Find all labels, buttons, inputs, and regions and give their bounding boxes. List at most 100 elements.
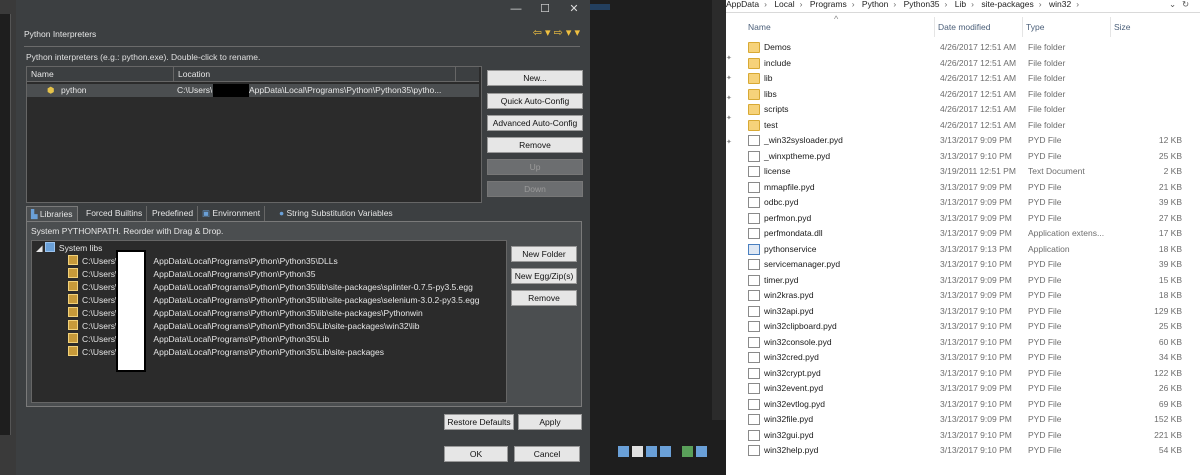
file-row[interactable]: odbc.pyd 3/13/2017 9:09 PM PYD File 39 KB — [726, 195, 1200, 210]
file-row[interactable]: perfmon.pyd 3/13/2017 9:09 PM PYD File 27 K… — [726, 211, 1200, 226]
breadcrumb-item[interactable]: AppData — [726, 0, 759, 9]
column-header-location[interactable]: Location — [173, 67, 455, 82]
column-size[interactable]: Size — [1114, 22, 1131, 32]
column-divider[interactable] — [934, 17, 935, 37]
file-row[interactable]: win32api.pyd 3/13/2017 9:10 PM PYD File 129… — [726, 304, 1200, 319]
file-row[interactable]: mmapfile.pyd 3/13/2017 9:09 PM PYD File 21 … — [726, 180, 1200, 195]
file-row[interactable]: win32cred.pyd 3/13/2017 9:10 PM PYD File 34… — [726, 350, 1200, 365]
tab-predefined[interactable]: Predefined — [148, 206, 199, 221]
new-interpreter-button[interactable]: New... — [487, 70, 583, 86]
file-row[interactable]: servicemanager.pyd 3/13/2017 9:10 PM PYD F… — [726, 257, 1200, 272]
back-forward-icon[interactable]: ⇦ ▾ ⇨ ▾ ▾ — [533, 26, 580, 39]
file-date: 4/26/2017 12:51 AM — [940, 104, 1017, 114]
file-row[interactable]: win32crypt.pyd 3/13/2017 9:10 PM PYD File 1… — [726, 366, 1200, 381]
file-row[interactable]: include 4/26/2017 12:51 AM File folder — [726, 56, 1200, 71]
down-button[interactable]: Down — [487, 181, 583, 197]
tab-environment[interactable]: ▣ Environment — [198, 206, 266, 221]
close-button[interactable]: ✕ — [559, 0, 589, 18]
file-row[interactable]: win32help.pyd 3/13/2017 9:10 PM PYD File 54… — [726, 443, 1200, 458]
tab-string-substitution[interactable]: ● String Substitution Variables — [275, 206, 397, 221]
file-row[interactable]: win32console.pyd 3/13/2017 9:10 PM PYD Fil… — [726, 335, 1200, 350]
toolbar-icon[interactable] — [660, 446, 671, 457]
file-date: 3/13/2017 9:09 PM — [940, 181, 1012, 192]
breadcrumb-item[interactable]: win32 — [1049, 0, 1071, 9]
maximize-button[interactable]: ☐ — [530, 0, 560, 18]
dropdown-chevron-icon[interactable]: ⌄ — [1169, 0, 1176, 10]
tab-forced-builtins[interactable]: Forced Builtins — [82, 206, 148, 221]
file-row[interactable]: license 3/19/2011 12:51 PM Text Document 2 … — [726, 164, 1200, 179]
column-type[interactable]: Type — [1026, 22, 1044, 32]
file-date: 3/13/2017 9:09 PM — [940, 290, 1012, 300]
address-bar[interactable]: AppData › Local › Programs › Python › Python… — [726, 0, 1200, 13]
breadcrumb-separator-icon: › — [851, 0, 855, 9]
file-row[interactable]: lib 4/26/2017 12:51 AM File folder — [726, 71, 1200, 86]
tree-root[interactable]: ◢ System libs — [36, 242, 102, 255]
breadcrumb-item[interactable]: Local — [774, 0, 794, 9]
file-type: PYD File — [1028, 259, 1062, 269]
library-path[interactable]: C:\Users\ AppData\Local\Programs\Python\P… — [68, 333, 329, 346]
file-row[interactable]: libs 4/26/2017 12:51 AM File folder — [726, 87, 1200, 102]
file-row[interactable]: timer.pyd 3/13/2017 9:09 PM PYD File 15 KB — [726, 273, 1200, 288]
file-row[interactable]: Demos 4/26/2017 12:51 AM File folder — [726, 40, 1200, 55]
breadcrumb-item[interactable]: Python — [862, 0, 888, 9]
column-divider[interactable] — [1022, 17, 1023, 37]
file-row[interactable]: win32clipboard.pyd 3/13/2017 9:10 PM PYD F… — [726, 319, 1200, 334]
path-prefix: C:\Users\ — [82, 269, 118, 279]
remove-library-button[interactable]: Remove — [511, 290, 577, 306]
file-row[interactable]: win32event.pyd 3/13/2017 9:09 PM PYD File 2… — [726, 381, 1200, 396]
restore-defaults-button[interactable]: Restore Defaults — [444, 414, 514, 430]
quick-auto-config-button[interactable]: Quick Auto-Config — [487, 93, 583, 109]
toolbar-icon[interactable] — [632, 446, 643, 457]
file-row[interactable]: win32file.pyd 3/13/2017 9:09 PM PYD File 15… — [726, 412, 1200, 427]
library-path[interactable]: C:\Users\ AppData\Local\Programs\Python\P… — [68, 268, 316, 281]
ok-button[interactable]: OK — [444, 446, 508, 462]
file-row[interactable]: win2kras.pyd 3/13/2017 9:09 PM PYD File 18 … — [726, 288, 1200, 303]
folder-icon — [68, 281, 78, 291]
column-divider[interactable] — [1110, 17, 1111, 37]
file-row[interactable]: pythonservice 3/13/2017 9:13 PM Applicatio… — [726, 242, 1200, 257]
column-header-name[interactable]: Name — [27, 67, 173, 82]
file-row[interactable]: _winxptheme.pyd 3/13/2017 9:10 PM PYD File… — [726, 149, 1200, 164]
tab-libraries-label: Libraries — [39, 209, 73, 219]
file-name: win32cred.pyd — [764, 352, 819, 362]
file-size: 26 KB — [1158, 383, 1182, 393]
breadcrumb-item[interactable]: Python35 — [904, 0, 940, 9]
toolbar-icon[interactable] — [696, 446, 707, 457]
file-row[interactable]: _win32sysloader.pyd 3/13/2017 9:09 PM PYD … — [726, 133, 1200, 148]
apply-button[interactable]: Apply — [518, 414, 582, 430]
interpreter-row[interactable]: ⬢ python C:\Users\ AppData\Local\Program… — [27, 84, 479, 97]
minimize-button[interactable]: — — [501, 0, 531, 18]
pythonpath-tree[interactable]: ◢ System libs C:\Users\ AppData\Local\Pro… — [31, 240, 507, 403]
up-button[interactable]: Up — [487, 159, 583, 175]
new-egg-zip-button[interactable]: New Egg/Zip(s) — [511, 268, 577, 284]
file-size: 69 KB — [1158, 398, 1182, 409]
library-path[interactable]: C:\Users\ AppData\Local\Programs\Python\P… — [68, 255, 338, 268]
breadcrumb-item[interactable]: Lib — [955, 0, 966, 9]
column-name[interactable]: Name — [748, 22, 771, 32]
toolbar-icon[interactable] — [682, 446, 693, 457]
file-name: _winxptheme.pyd — [764, 150, 831, 161]
interpreters-table[interactable]: Name Location ⬢ python C:\Users\ AppData… — [26, 66, 482, 203]
folder-icon — [68, 346, 78, 356]
file-type: File folder — [1028, 104, 1066, 114]
cancel-button[interactable]: Cancel — [514, 446, 580, 462]
file-list-scrollbar[interactable] — [1190, 38, 1200, 475]
file-row[interactable]: perfmondata.dll 3/13/2017 9:09 PM Applicat… — [726, 226, 1200, 241]
file-row[interactable]: test 4/26/2017 12:51 AM File folder — [726, 118, 1200, 133]
collapse-icon[interactable]: ◢ — [36, 243, 43, 253]
breadcrumb-item[interactable]: Programs — [810, 0, 847, 9]
toolbar-icon[interactable] — [646, 446, 657, 457]
toolbar-icon[interactable] — [618, 446, 629, 457]
tab-libraries[interactable]: ▙ Libraries — [26, 206, 78, 222]
remove-interpreter-button[interactable]: Remove — [487, 137, 583, 153]
file-row[interactable]: win32gui.pyd 3/13/2017 9:10 PM PYD File 221… — [726, 428, 1200, 443]
file-row[interactable]: scripts 4/26/2017 12:51 AM File folder — [726, 102, 1200, 117]
variables-icon: ● — [279, 208, 285, 218]
advanced-auto-config-button[interactable]: Advanced Auto-Config — [487, 115, 583, 131]
column-date-modified[interactable]: Date modified — [938, 22, 990, 32]
file-row[interactable]: win32evtlog.pyd 3/13/2017 9:10 PM PYD File… — [726, 397, 1200, 412]
breadcrumb-item[interactable]: site-packages — [981, 0, 1033, 9]
path-prefix: C:\Users\ — [82, 334, 118, 344]
new-folder-button[interactable]: New Folder — [511, 246, 577, 262]
refresh-icon[interactable]: ↻ — [1182, 0, 1189, 10]
